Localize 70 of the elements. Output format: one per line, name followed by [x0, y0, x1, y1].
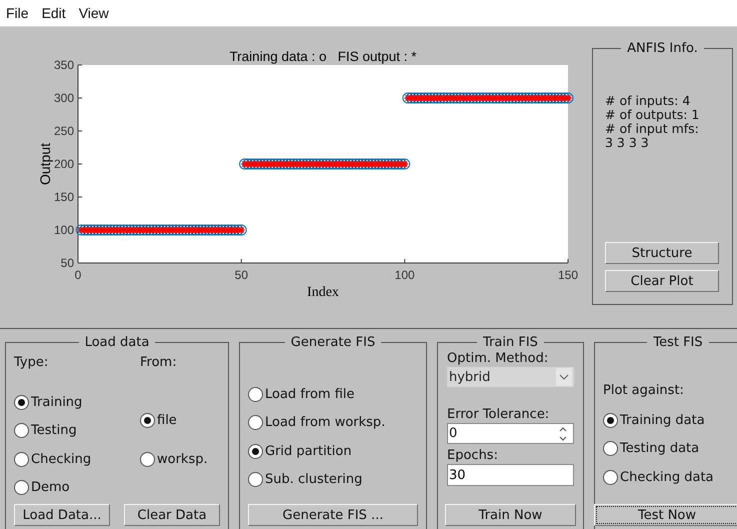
tick-label: 300 — [54, 91, 74, 105]
radio-button[interactable] — [248, 472, 263, 488]
method-dropdown[interactable]: hybrid — [447, 367, 574, 387]
axis-label: Index — [307, 285, 339, 300]
panel-button[interactable]: Clear Plot — [605, 270, 719, 292]
axis-label: Output — [37, 142, 53, 186]
panel-title: ANFIS Info. — [626, 41, 699, 56]
chevron-down-icon — [556, 368, 572, 386]
radio-label[interactable]: Testing data — [620, 441, 700, 456]
radio-label[interactable]: Training — [31, 394, 82, 410]
tick-label: 0 — [74, 268, 82, 282]
info-text: # of input mfs: — [605, 122, 700, 136]
radio-label[interactable]: Checking data — [620, 470, 714, 485]
radio-label[interactable]: Load from worksp. — [265, 415, 386, 430]
tick-label: 50 — [234, 268, 248, 282]
tick-label: 150 — [558, 268, 578, 282]
panel-title: Test FIS — [652, 335, 704, 350]
radio-label[interactable]: worksp. — [157, 452, 208, 468]
panel-button[interactable]: Clear Data — [124, 504, 220, 526]
radio-label[interactable]: Load from file — [265, 386, 355, 402]
chart-title: Training data : o FIS output : * — [229, 49, 417, 64]
radio-button[interactable] — [248, 386, 263, 402]
tick-label: 200 — [54, 157, 74, 171]
field-label: From: — [140, 354, 178, 372]
info-text: # of inputs: 4 — [605, 94, 692, 108]
radio-button[interactable] — [603, 470, 618, 485]
tick-label: 100 — [54, 223, 74, 237]
spinner-icon[interactable] — [557, 424, 569, 442]
panel-button[interactable]: Load Data... — [14, 504, 110, 526]
radio-button[interactable] — [248, 415, 263, 430]
radio-label[interactable]: Demo — [31, 480, 70, 496]
generate-button[interactable]: Generate FIS ... — [248, 504, 418, 526]
field-label: Epochs: — [447, 447, 499, 464]
radio-button[interactable] — [14, 452, 29, 467]
panel-button[interactable]: Structure — [605, 242, 719, 264]
panel-title: Load data — [84, 335, 150, 350]
info-text: 3 3 3 3 — [605, 136, 649, 150]
tick-label: 100 — [394, 268, 415, 282]
radio-label[interactable]: Sub. clustering — [265, 472, 362, 488]
radio-button[interactable] — [14, 394, 29, 410]
radio-button[interactable] — [14, 423, 29, 438]
field-label: Plot against: — [603, 382, 685, 400]
menu-item[interactable]: File — [6, 5, 29, 21]
field-label: Optim. Method: — [447, 350, 550, 367]
test-button[interactable]: Test Now — [594, 504, 737, 526]
panel-title: Train FIS — [482, 335, 539, 350]
radio-button[interactable] — [140, 452, 155, 468]
menu-item[interactable]: View — [78, 5, 109, 21]
radio-label[interactable]: Checking — [31, 452, 92, 467]
tick-label: 150 — [54, 190, 74, 204]
tolerance-field[interactable]: 0 — [447, 423, 574, 444]
train-button[interactable]: Train Now — [445, 504, 576, 526]
radio-label[interactable]: Grid partition — [265, 444, 352, 459]
tick-label: 350 — [54, 58, 74, 72]
field-label: Type: — [14, 354, 50, 372]
radio-button[interactable] — [248, 444, 263, 459]
radio-button[interactable] — [14, 480, 29, 496]
tick-label: 50 — [60, 256, 74, 270]
field-label: Error Tolerance: — [447, 406, 550, 423]
radio-label[interactable]: file — [157, 412, 177, 428]
epochs-field[interactable]: 30 — [447, 464, 574, 486]
info-text: # of outputs: 1 — [605, 108, 700, 122]
radio-button[interactable] — [140, 412, 155, 428]
panel-title: Generate FIS — [290, 335, 376, 350]
tick-label: 250 — [54, 124, 74, 138]
radio-button[interactable] — [603, 441, 618, 456]
radio-button[interactable] — [603, 412, 618, 428]
radio-label[interactable]: Testing — [31, 423, 77, 438]
radio-label[interactable]: Training data — [620, 412, 705, 428]
menu-item[interactable]: Edit — [42, 5, 66, 21]
